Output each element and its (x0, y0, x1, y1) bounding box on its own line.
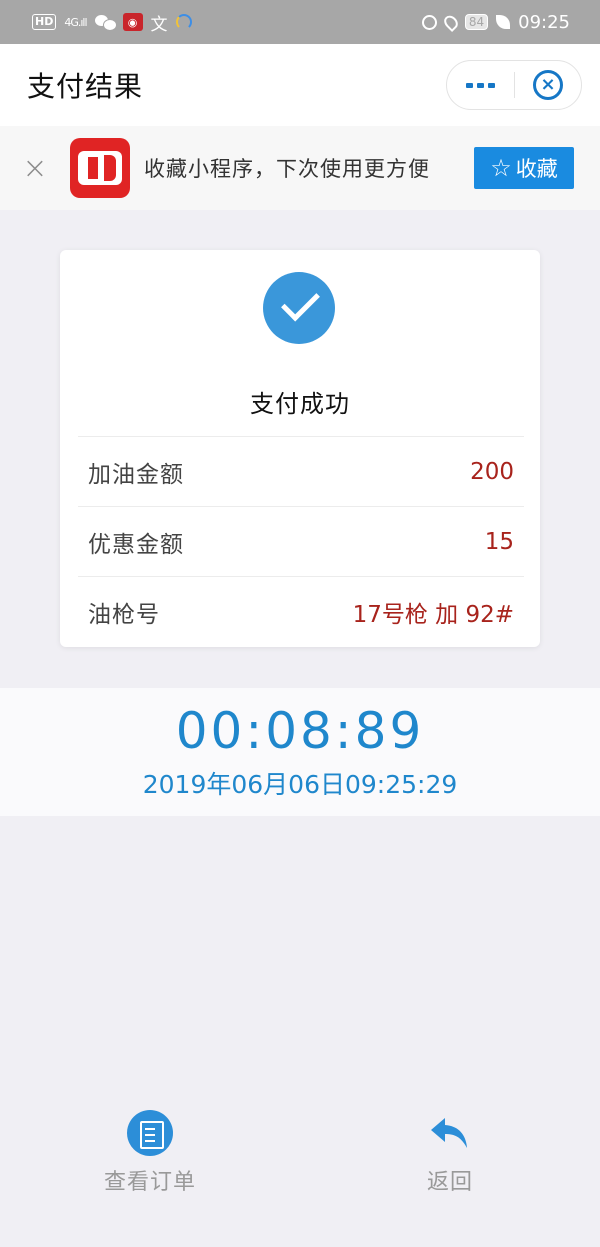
more-dot-icon (488, 82, 495, 88)
status-bar-right: 84 09:25 (421, 11, 570, 33)
location-icon (441, 12, 461, 32)
payment-result-card: 支付成功 加油金额 200 优惠金额 15 油枪号 17号枪 加 92# (60, 250, 540, 647)
detail-row-discount: 优惠金额 15 (78, 506, 524, 576)
favorite-button-label: 收藏 (515, 157, 558, 181)
close-glyph: × (540, 74, 556, 95)
close-mini-program-button[interactable]: × (515, 61, 581, 109)
signal-icon: 4G.ıll (64, 15, 87, 29)
row-value: 17号枪 加 92# (352, 601, 514, 628)
leaf-icon (496, 15, 511, 29)
favorite-button[interactable]: ☆ 收藏 (474, 147, 574, 189)
view-orders-button[interactable]: 查看订单 (60, 1110, 240, 1196)
star-icon: ☆ (490, 154, 512, 182)
battery-indicator: 84 (464, 14, 489, 30)
row-value: 15 (484, 528, 514, 555)
hd-indicator: HD (32, 14, 57, 30)
detail-row-pump: 油枪号 17号枪 加 92# (78, 576, 524, 646)
row-value: 200 (470, 458, 514, 485)
close-icon: × (22, 150, 48, 186)
wen-icon: 文 (150, 14, 168, 35)
more-dot-icon (477, 82, 484, 88)
back-label: 返回 (426, 1170, 473, 1195)
favorite-banner: × 收藏小程序，下次使用更方便 ☆ 收藏 (0, 126, 600, 210)
alarm-icon (421, 14, 437, 30)
logo-mark (78, 151, 122, 185)
detail-row-fuel-amount: 加油金额 200 (78, 436, 524, 506)
elapsed-timer: 00:08:89 (175, 702, 425, 760)
close-banner-button[interactable]: × (0, 151, 70, 186)
network-type: 4G (64, 15, 78, 29)
mini-program-capsule: × (446, 60, 582, 110)
clipboard-icon (127, 1110, 173, 1156)
reply-arrow-icon (427, 1110, 473, 1156)
weibo-icon: ◉ (122, 13, 143, 31)
row-label: 优惠金额 (88, 531, 184, 558)
view-orders-label: 查看订单 (103, 1170, 196, 1195)
status-bar: HD 4G.ıll ◉ 文 84 09:25 (0, 0, 600, 44)
payment-datetime: 2019年06月06日09:25:29 (142, 770, 458, 799)
more-dot-icon (466, 82, 473, 88)
check-circle-icon (263, 272, 335, 344)
app-logo (70, 138, 130, 198)
clock: 09:25 (518, 11, 570, 33)
row-label: 加油金额 (88, 461, 184, 488)
favorite-prompt-text: 收藏小程序，下次使用更方便 (144, 157, 430, 181)
back-button[interactable]: 返回 (360, 1110, 540, 1196)
loading-arc-icon (175, 14, 192, 30)
close-circle-icon: × (532, 70, 563, 100)
nav-bar: 支付结果 × (0, 44, 600, 126)
page-title: 支付结果 (27, 70, 144, 103)
status-bar-left: HD 4G.ıll ◉ 文 (32, 10, 192, 35)
payment-status: 支付成功 (250, 390, 350, 418)
wechat-icon (94, 15, 117, 31)
row-label: 油枪号 (88, 601, 160, 628)
timer-panel: 00:08:89 2019年06月06日09:25:29 (0, 688, 600, 816)
more-button[interactable] (447, 61, 514, 109)
